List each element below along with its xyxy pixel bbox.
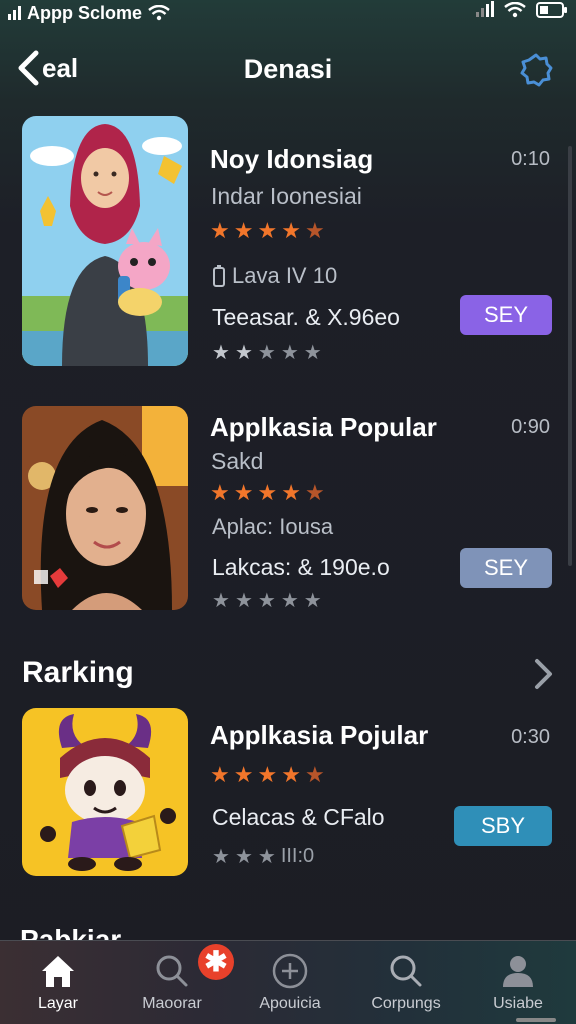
app-price: Teeasar. & X.96eo	[212, 304, 400, 330]
star-icon: ★	[210, 218, 230, 243]
navigation-bar: eal Denasi	[0, 40, 576, 102]
app-time: 0:90	[511, 416, 550, 438]
secondary-rating: ★ ★ ★ III:0	[212, 844, 314, 869]
star-icon: ★	[233, 218, 254, 243]
app-list-item[interactable]: Noy Idonsiag 0:10 Indar Ioonesiai ★ ★ ★ …	[0, 116, 576, 368]
star-icon: ★	[234, 846, 253, 868]
tab-usiabe[interactable]: Usiabe	[460, 941, 576, 1024]
carrier-text: Appp Sclome	[27, 2, 143, 23]
app-name: Noy Idonsiag	[210, 144, 374, 174]
home-indicator	[516, 1018, 556, 1022]
search-icon	[390, 955, 422, 987]
secondary-rating: ★ ★ ★ ★ ★	[212, 340, 322, 365]
star-icon: ★	[303, 342, 322, 364]
star-icon: ★	[281, 480, 301, 505]
rating-count: III:0	[280, 845, 315, 867]
star-icon: ★	[257, 342, 276, 364]
star-icon: ★	[212, 846, 230, 868]
battery-icon	[536, 2, 567, 18]
search-icon	[156, 955, 188, 987]
chevron-right-icon[interactable]	[532, 658, 554, 690]
battery-vertical-icon	[213, 265, 225, 287]
star-icon: ★	[257, 590, 276, 612]
rating-stars: ★ ★ ★ ★ ★	[210, 480, 325, 506]
signal-icon	[8, 6, 21, 20]
user-icon	[503, 956, 533, 987]
star-icon: ★	[257, 218, 278, 243]
star-icon: ★	[212, 590, 230, 612]
half-star-icon: ★	[304, 480, 325, 505]
tab-label: Corpungs	[371, 995, 441, 1012]
wifi-icon	[148, 5, 170, 21]
wifi-icon	[504, 2, 526, 18]
app-price: Celacas & CFalo	[212, 804, 385, 830]
star-icon: ★	[233, 480, 254, 505]
app-meta: Lava IV 10	[212, 263, 337, 289]
app-meta-text: Lava IV 10	[232, 263, 338, 288]
app-time: 0:10	[511, 148, 550, 170]
tab-apouicia[interactable]: Apouicia	[232, 941, 348, 1024]
secondary-rating: ★ ★ ★ ★ ★	[212, 588, 322, 613]
star-icon: ★	[234, 342, 253, 364]
status-bar: Appp Sclome	[0, 0, 576, 26]
star-icon: ★	[257, 762, 278, 787]
tab-layar[interactable]: Layar	[0, 941, 116, 1024]
app-price: Lakcas: & 190e.o	[212, 554, 390, 580]
star-icon: ★	[210, 762, 230, 787]
app-list-item[interactable]: Applkasia Popular 0:90 Sakd ★ ★ ★ ★ ★ Ap…	[0, 406, 576, 612]
get-button[interactable]: SBY	[454, 806, 552, 846]
star-icon: ★	[234, 590, 253, 612]
app-time: 0:30	[511, 726, 550, 748]
star-icon: ★	[257, 846, 276, 868]
tab-label: Apouicia	[259, 995, 321, 1012]
page-title: Denasi	[243, 54, 333, 84]
tab-corpungs[interactable]: Corpungs	[348, 941, 464, 1024]
app-screen: Appp Sclome eal Denasi Noy Idonsiag 0:10…	[0, 0, 576, 1024]
star-icon: ★	[281, 762, 301, 787]
plus-circle-icon	[272, 953, 308, 989]
star-icon: ★	[280, 590, 299, 612]
app-thumbnail	[22, 116, 188, 366]
star-icon: ★	[257, 480, 278, 505]
half-star-icon: ★	[304, 762, 325, 787]
gear-icon[interactable]	[518, 52, 554, 88]
tab-bar: Layar Maoorar Apouicia Corpungs Usiabe	[0, 940, 576, 1024]
rating-stars: ★ ★ ★ ★ ★	[210, 762, 325, 788]
tab-label: Maoorar	[142, 995, 202, 1012]
star-icon: ★	[281, 218, 301, 243]
star-icon: ★	[303, 590, 322, 612]
app-thumbnail	[22, 708, 188, 876]
app-subtitle: Sakd	[211, 448, 264, 474]
section-title: Rarking	[22, 656, 134, 689]
star-icon: ★	[233, 762, 254, 787]
half-star-icon: ★	[304, 218, 325, 243]
app-name: Applkasia Popular	[210, 412, 437, 442]
app-name: Applkasia Pojular	[210, 720, 429, 750]
star-icon: ★	[280, 342, 299, 364]
app-meta: Aplac: Iousa	[212, 514, 334, 539]
tab-label: Layar	[37, 995, 79, 1012]
app-thumbnail	[22, 406, 188, 610]
get-button[interactable]: SEY	[460, 295, 552, 335]
asterisk-icon[interactable]: ✱	[198, 944, 234, 980]
app-subtitle: Indar Ioonesiai	[211, 183, 362, 209]
rating-stars: ★ ★ ★ ★ ★	[210, 218, 325, 244]
star-icon: ★	[212, 342, 230, 364]
tab-label: Usiabe	[493, 995, 543, 1012]
get-button[interactable]: SEY	[460, 548, 552, 588]
star-icon: ★	[210, 480, 230, 505]
signal-strength-icon	[476, 1, 494, 17]
ranking-list-item[interactable]: Applkasia Pojular 0:30 ★ ★ ★ ★ ★ Celacas…	[0, 708, 576, 878]
home-icon	[42, 956, 74, 987]
